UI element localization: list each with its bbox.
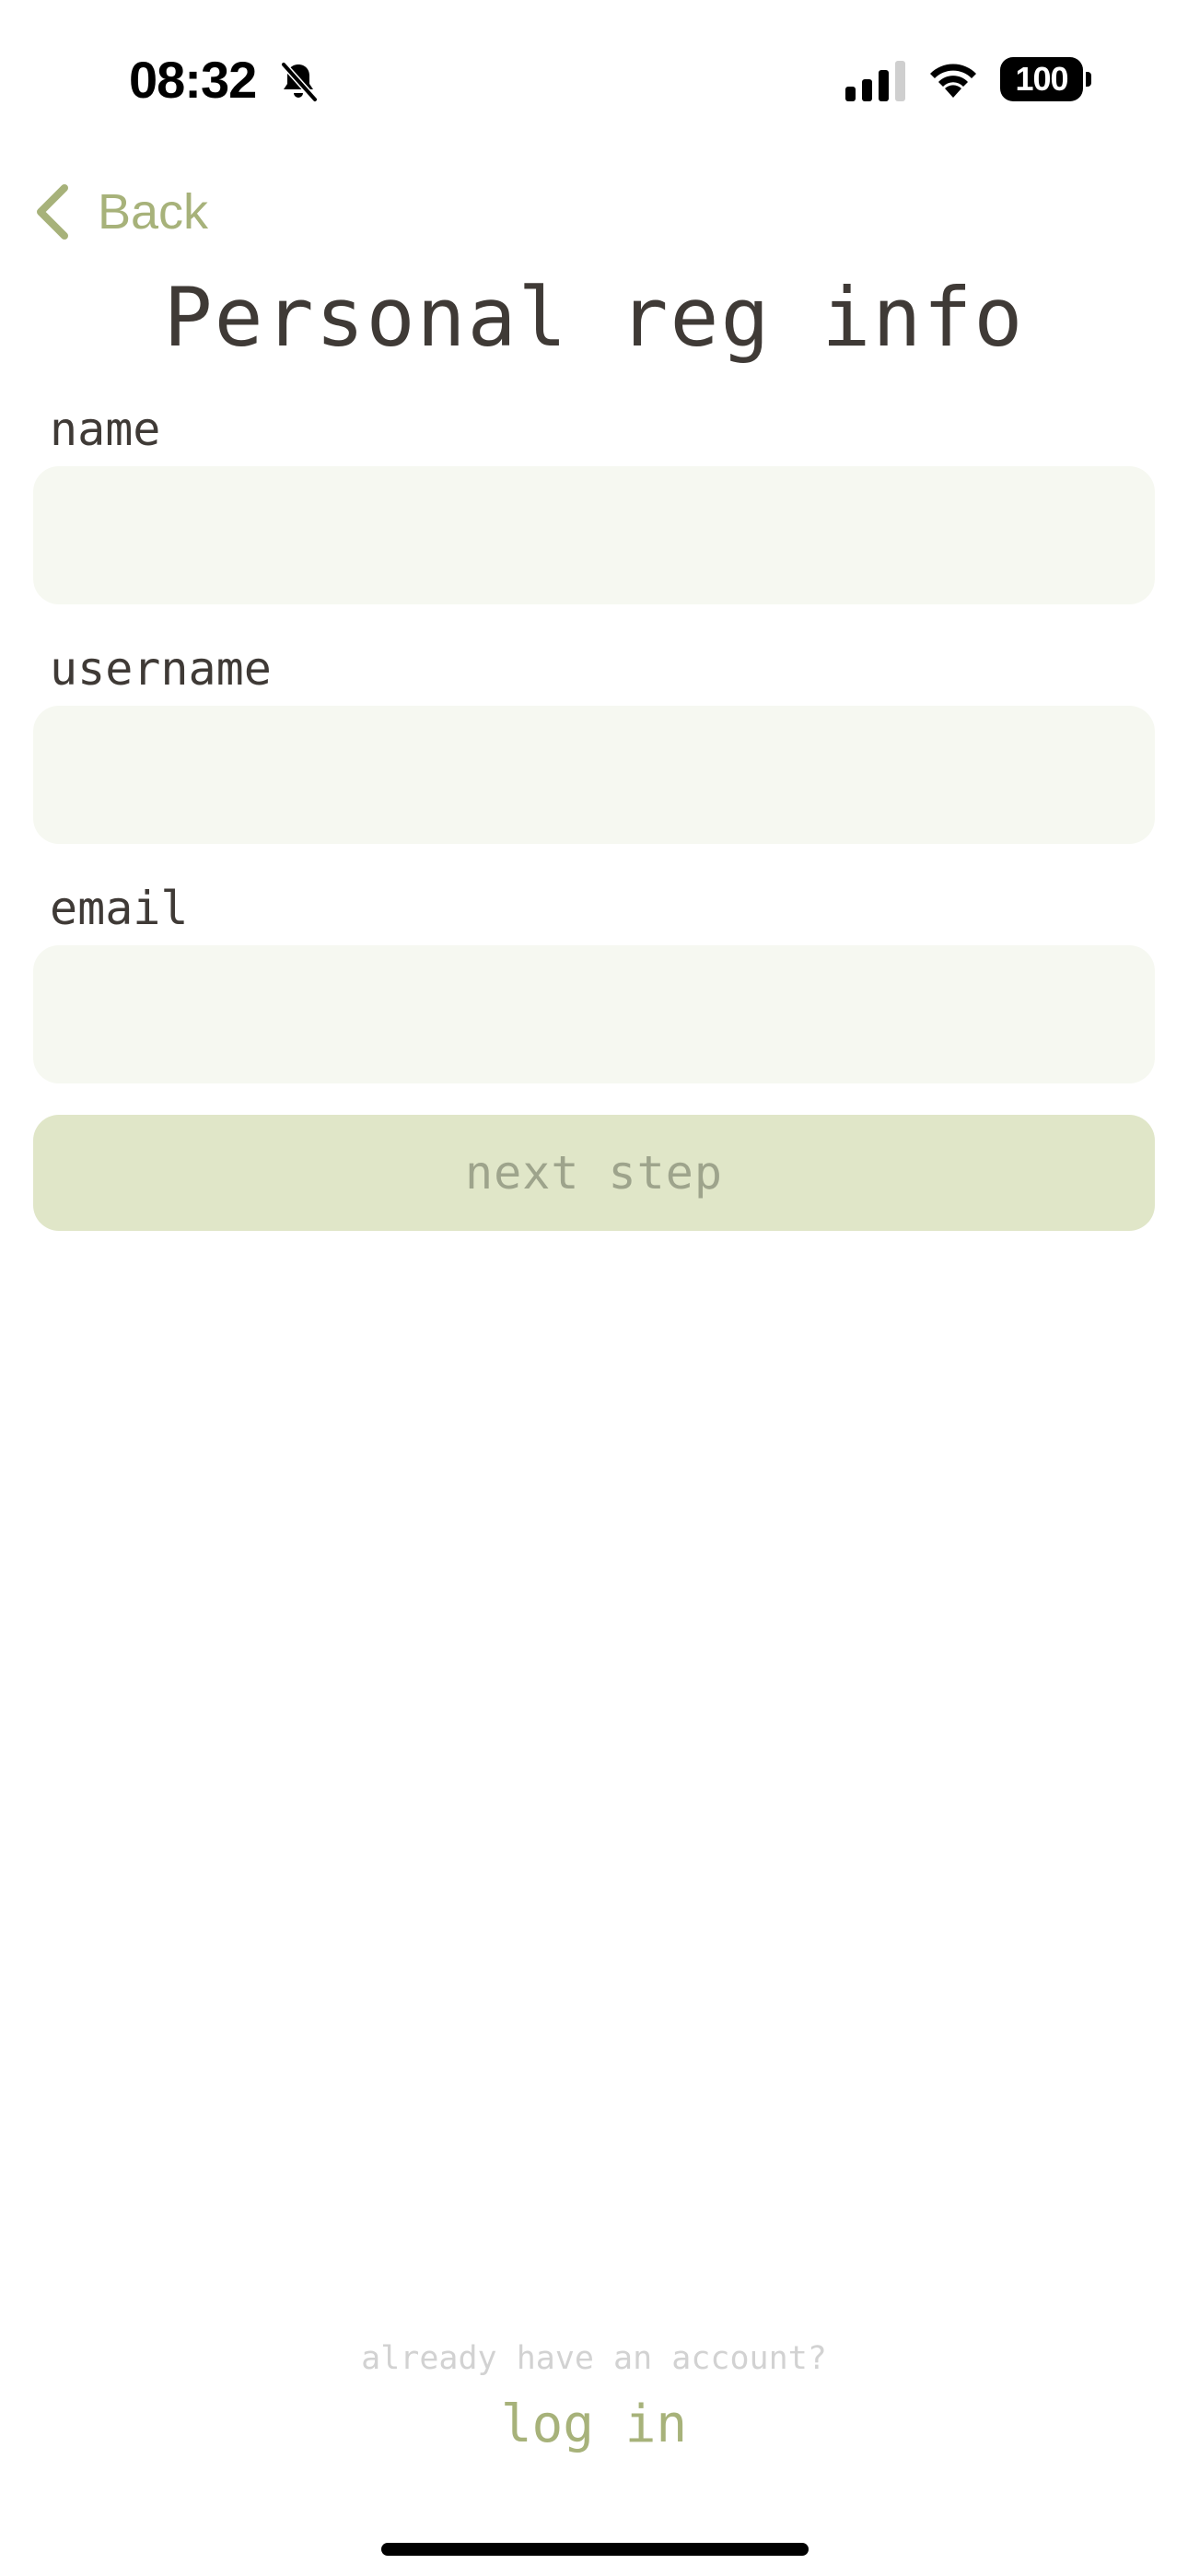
battery-level: 100 [1015,60,1068,98]
next-step-label: next step [465,1146,723,1200]
already-have-account-text: already have an account? [361,2340,827,2377]
back-label: Back [98,184,209,240]
name-input[interactable] [33,466,1155,604]
home-indicator[interactable] [381,2543,809,2556]
battery-icon: 100 [1000,57,1092,101]
cellular-signal-icon [845,61,905,101]
name-label: name [50,403,161,456]
email-label: email [50,882,189,935]
username-input[interactable] [33,706,1155,844]
chevron-left-icon [37,184,68,240]
login-link[interactable]: log in [0,2392,1188,2458]
status-bar: 08:32 100 [0,0,1188,161]
wifi-icon [930,64,976,98]
email-input[interactable] [33,945,1155,1083]
bell-slash-icon [281,62,318,102]
page-title: Personal reg info [163,270,1025,365]
next-step-button[interactable]: next step [33,1115,1155,1231]
status-time: 08:32 [129,51,257,109]
username-label: username [50,642,272,696]
back-button[interactable]: Back [31,177,208,247]
